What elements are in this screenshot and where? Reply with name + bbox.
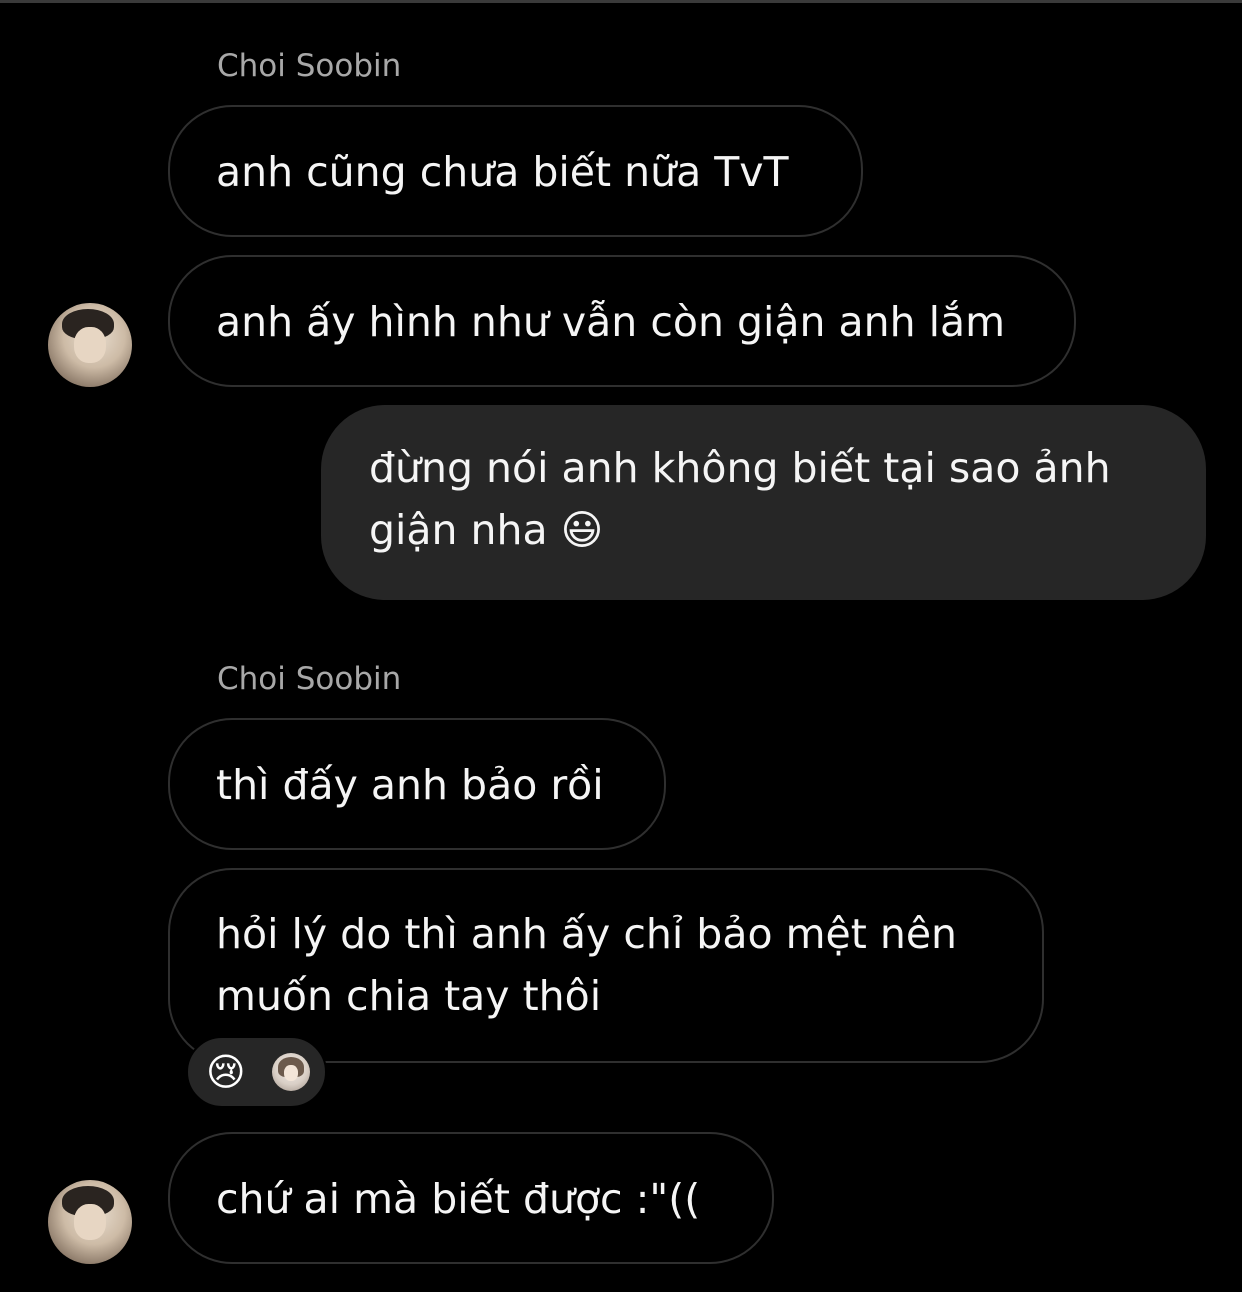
- sender-name: Choi Soobin: [217, 48, 402, 84]
- reactor-avatar-face: [284, 1065, 298, 1081]
- sender-avatar[interactable]: [48, 303, 132, 387]
- reactor-avatar: [272, 1053, 310, 1091]
- top-divider: [0, 0, 1242, 3]
- message-text-line: giận nha 😃: [369, 506, 604, 554]
- message-text-line: muốn chia tay thôi: [216, 972, 602, 1020]
- message-reaction[interactable]: 😢: [186, 1036, 327, 1108]
- incoming-message-bubble[interactable]: thì đấy anh bảo rồi: [168, 718, 666, 850]
- message-text: thì đấy anh bảo rồi: [216, 761, 604, 809]
- message-text: anh cũng chưa biết nữa TvT: [216, 148, 789, 196]
- crying-face-emoji-icon: 😢: [206, 1050, 246, 1094]
- incoming-message-bubble[interactable]: chứ ai mà biết được :"((: [168, 1132, 774, 1264]
- avatar-face: [74, 1204, 106, 1240]
- avatar-face: [74, 327, 106, 363]
- message-text-line: hỏi lý do thì anh ấy chỉ bảo mệt nên: [216, 910, 958, 958]
- sender-name: Choi Soobin: [217, 661, 402, 697]
- message-text: chứ ai mà biết được :"((: [216, 1175, 701, 1223]
- incoming-message-bubble[interactable]: anh ấy hình như vẫn còn giận anh lắm: [168, 255, 1076, 387]
- sender-avatar[interactable]: [48, 1180, 132, 1264]
- message-text-line: đừng nói anh không biết tại sao ảnh: [369, 444, 1111, 492]
- incoming-message-bubble[interactable]: hỏi lý do thì anh ấy chỉ bảo mệt nên muố…: [168, 868, 1044, 1063]
- incoming-message-bubble[interactable]: anh cũng chưa biết nữa TvT: [168, 105, 863, 237]
- message-text: anh ấy hình như vẫn còn giận anh lắm: [216, 298, 1006, 346]
- outgoing-message-bubble[interactable]: đừng nói anh không biết tại sao ảnh giận…: [321, 405, 1206, 600]
